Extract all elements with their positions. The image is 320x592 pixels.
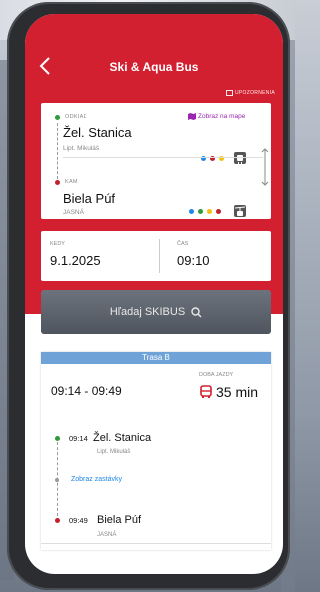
app-title: Ski & Aqua Bus: [109, 60, 199, 74]
map-icon: [188, 113, 196, 120]
route-divider: [63, 157, 263, 158]
result-card-footer: [41, 543, 271, 550]
end-stop-time: 09:49: [69, 516, 88, 525]
destination-line-dots: [189, 209, 221, 214]
destination-field[interactable]: Biela Púf: [63, 191, 115, 206]
time-field[interactable]: 09:10: [177, 253, 210, 268]
date-field[interactable]: 9.1.2025: [50, 253, 101, 268]
line-dot-icon: [189, 209, 194, 214]
show-on-map-link[interactable]: Zobraz na mape: [188, 113, 245, 120]
line-dot-icon: [198, 209, 203, 214]
origin-subtitle: Lipt. Mikuláš: [63, 145, 100, 152]
notifications-link[interactable]: UPOZORNENIA: [226, 90, 275, 96]
search-skibus-button[interactable]: Hľadaj SKIBUS: [41, 290, 271, 334]
route-result-card[interactable]: Trasa B 09:14 - 09:49 DOBA JAZDY 35 min …: [41, 352, 271, 550]
swap-direction-icon[interactable]: [260, 147, 270, 187]
route-result-header: Trasa B: [41, 352, 271, 364]
app-screen: Ski & Aqua Bus UPOZORNENIA ODKIAĽ Žel. S…: [25, 14, 283, 574]
show-stops-link[interactable]: Zobraz zastávky: [71, 476, 122, 483]
line-dot-icon: [207, 209, 212, 214]
destination-dot-icon: [55, 180, 60, 185]
destination-subtitle: JASNÁ: [63, 209, 84, 216]
train-icon: [234, 152, 246, 164]
end-stop-dot-icon: [55, 518, 60, 523]
route-card: ODKIAĽ Žel. Stanica Lipt. Mikuláš Zobraz…: [41, 103, 271, 219]
date-label: KEDY: [50, 241, 65, 247]
duration-value: 35 min: [216, 384, 259, 400]
duration-label: DOBA JAZDY: [199, 372, 234, 378]
line-dot-icon: [216, 209, 221, 214]
end-stop-subtitle: JASNÁ: [97, 532, 117, 538]
end-stop-name: Biela Púf: [97, 514, 142, 526]
start-stop-subtitle: Lipt. Mikuláš: [97, 449, 131, 455]
origin-dot-icon: [55, 115, 60, 120]
start-stop-time: 09:14: [69, 434, 88, 443]
phone-frame: Ski & Aqua Bus UPOZORNENIA ODKIAĽ Žel. S…: [7, 2, 290, 590]
duration-value-group: 35 min: [199, 384, 258, 400]
start-stop-dot-icon: [55, 436, 60, 441]
search-icon: [191, 306, 202, 317]
show-on-map-label: Zobraz na mape: [198, 113, 246, 120]
intermediate-stops-icon: [55, 478, 59, 482]
result-time-range: 09:14 - 09:49: [51, 384, 122, 398]
bus-icon: [200, 385, 212, 398]
datetime-card: KEDY 9.1.2025 ČAS 09:10: [41, 231, 271, 281]
time-label: ČAS: [177, 241, 189, 247]
search-button-label: Hľadaj SKIBUS: [109, 306, 186, 318]
cable-car-icon: [234, 205, 246, 217]
route-connector-line: [57, 123, 58, 179]
datetime-separator: [159, 239, 160, 273]
bell-icon: [226, 90, 234, 96]
origin-label: ODKIAĽ: [65, 114, 87, 120]
origin-field[interactable]: Žel. Stanica: [63, 125, 132, 140]
notifications-label: UPOZORNENIA: [235, 90, 275, 96]
destination-label: KAM: [65, 179, 78, 185]
start-stop-name: Žel. Stanica: [93, 432, 152, 444]
